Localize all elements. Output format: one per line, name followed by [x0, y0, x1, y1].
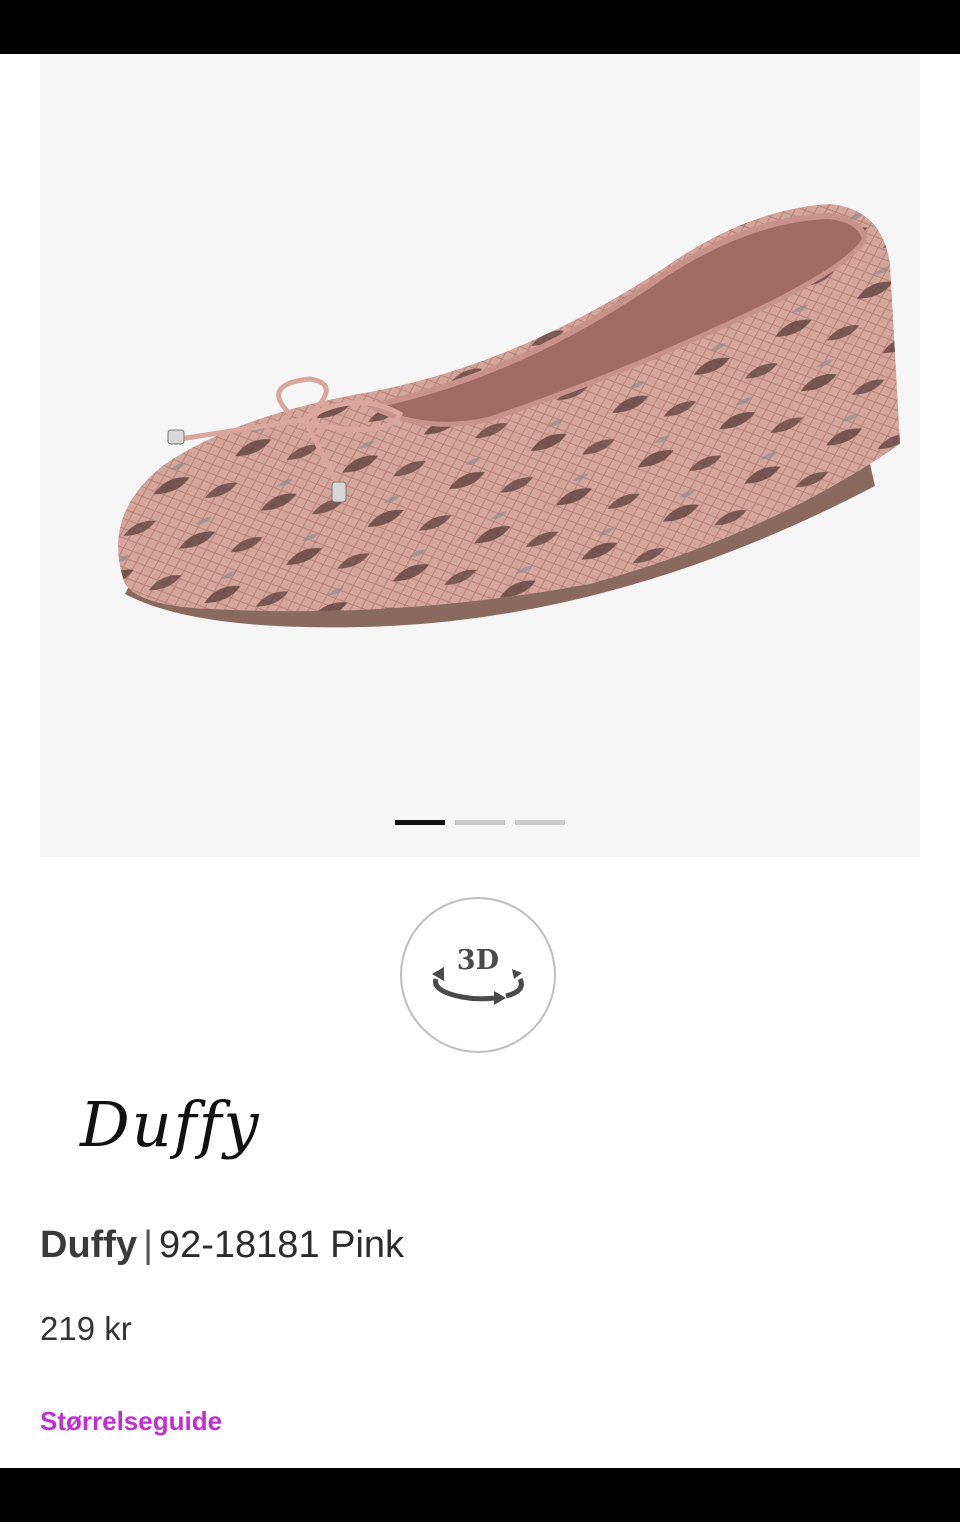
gallery-pagination — [40, 820, 920, 826]
gallery-dot[interactable] — [515, 820, 565, 825]
navigation-bar — [0, 1468, 960, 1522]
product-title: Duffy | 92-18181 Pink — [40, 1224, 404, 1267]
product-name: 92-18181 Pink — [158, 1224, 405, 1266]
view-3d-label: 3D — [456, 945, 500, 976]
title-separator: | — [143, 1224, 153, 1266]
size-guide-link[interactable]: Størrelseguide — [40, 1406, 222, 1437]
gallery-dot-active[interactable] — [395, 820, 445, 825]
brand-logo: Duffy — [40, 1072, 340, 1182]
gallery-dot[interactable] — [455, 820, 505, 825]
brand-logo-text: Duffy — [80, 1088, 261, 1161]
product-brand: Duffy — [40, 1224, 138, 1266]
product-price: 219 kr — [40, 1310, 132, 1347]
product-page: 3D Duffy Duffy | 92-18181 Pink 219 kr Stør… — [0, 54, 960, 1468]
product-image — [118, 204, 900, 628]
view-3d-button[interactable]: 3D — [400, 897, 556, 1053]
product-image-gallery[interactable] — [40, 54, 920, 857]
status-bar — [0, 0, 960, 54]
